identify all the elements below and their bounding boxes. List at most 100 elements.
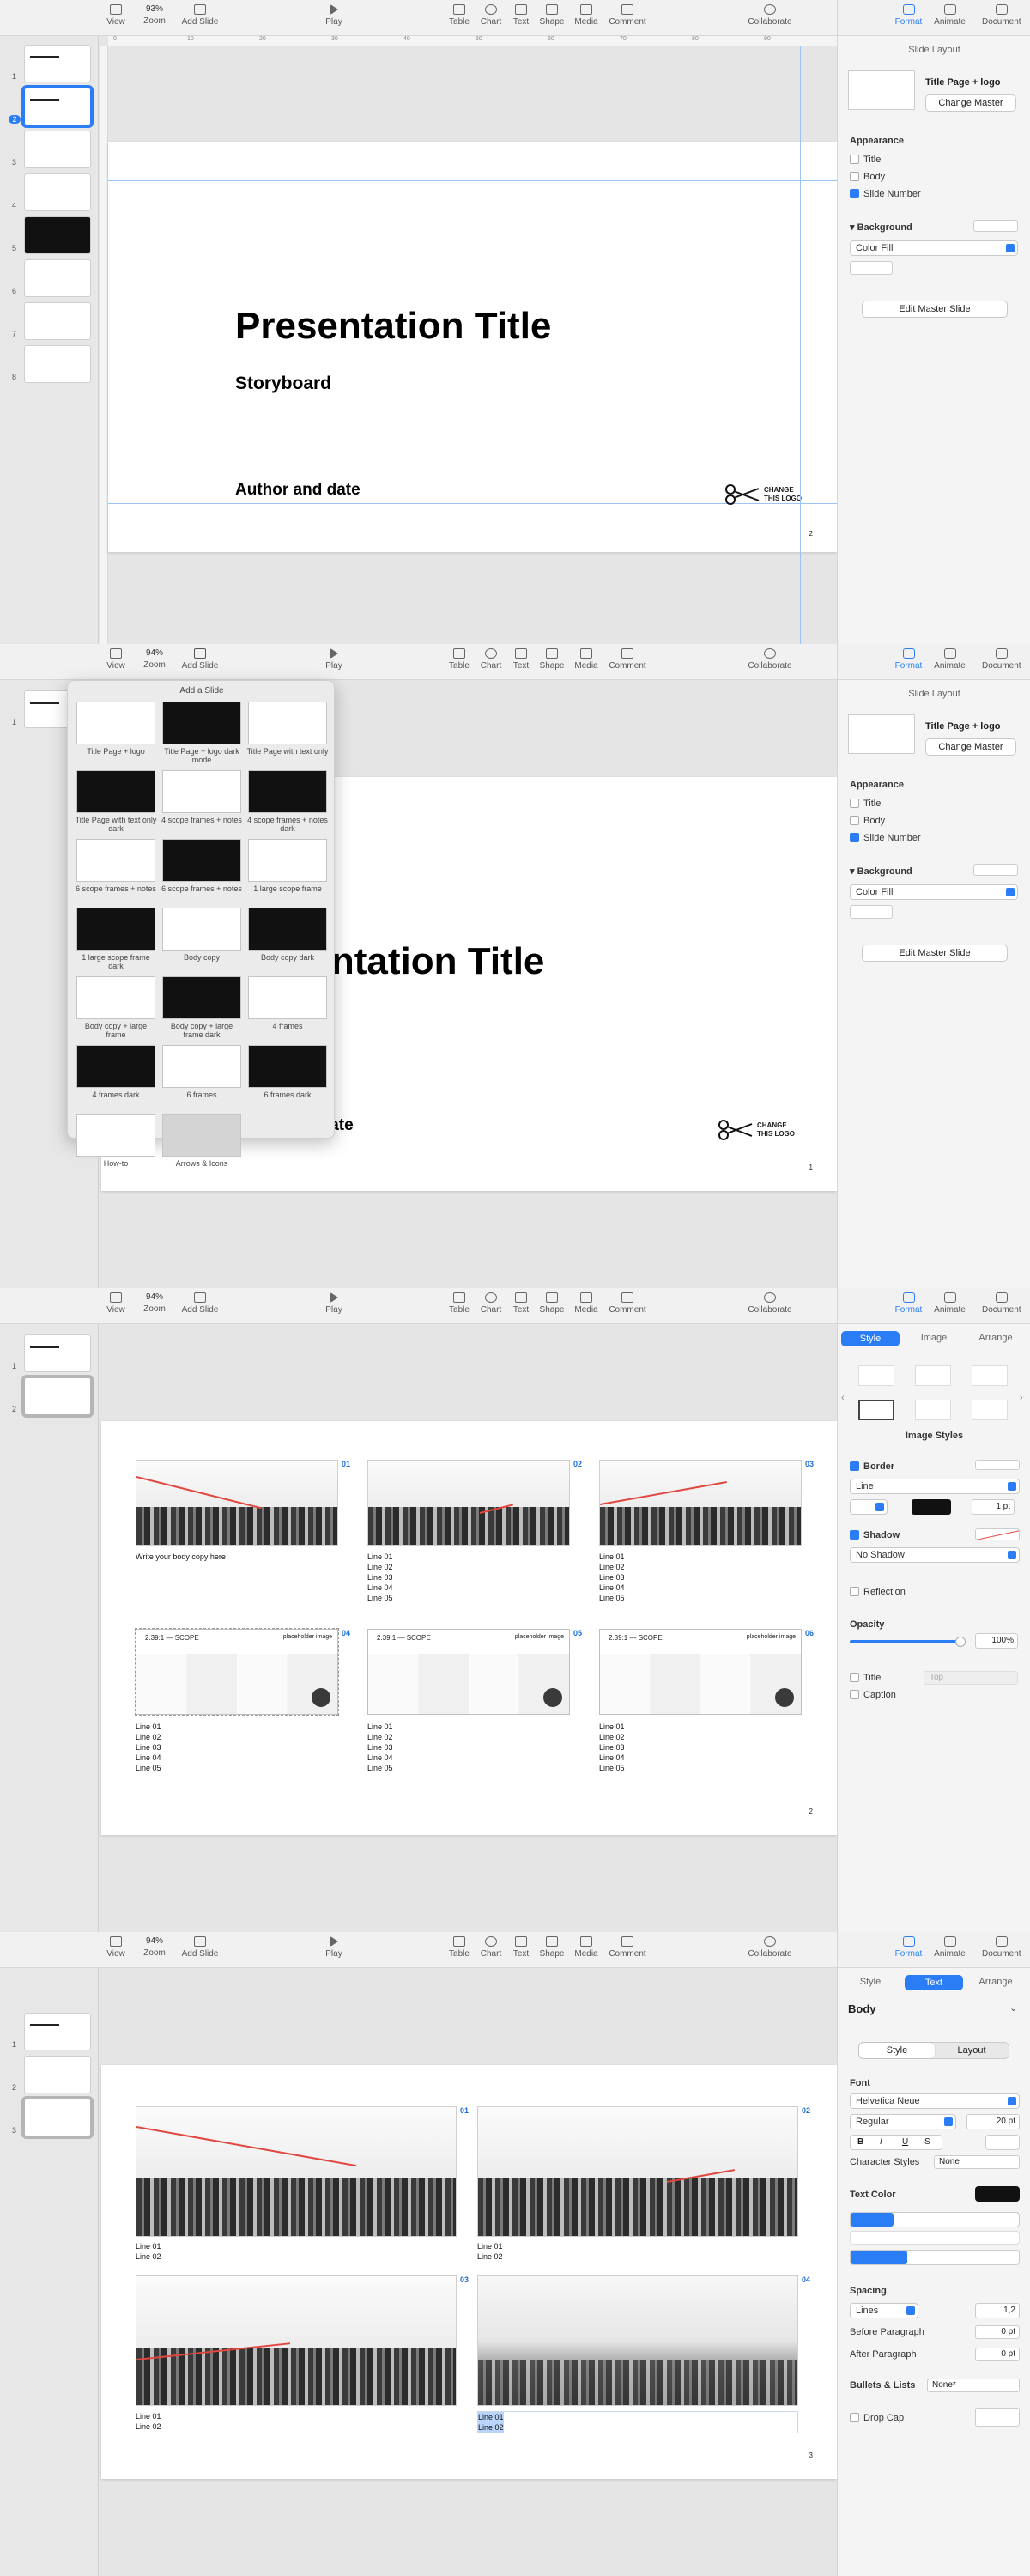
frame-4-lines-selected[interactable]: Line 01 Line 02 — [477, 2411, 798, 2433]
comment-button[interactable]: Comment — [597, 1936, 657, 1959]
slide-thumbnail-1[interactable] — [24, 1334, 91, 1372]
strikethrough-button[interactable]: S — [924, 2137, 930, 2147]
play-button[interactable]: Play — [304, 4, 364, 27]
document-tab[interactable]: Document — [982, 1292, 1021, 1315]
opacity-slider[interactable] — [850, 1637, 966, 1647]
add-slide-button[interactable]: Add Slide — [170, 1936, 230, 1959]
character-styles-select[interactable]: None — [934, 2155, 1020, 2169]
line-spacing-field[interactable]: 1,2 — [975, 2303, 1020, 2318]
slide-thumbnail-7[interactable] — [24, 302, 91, 340]
frame-6-lines[interactable]: Line 01 Line 02 Line 03 Line 04 Line 05 — [599, 1722, 625, 1773]
add-slide-button[interactable]: Add Slide — [170, 4, 230, 27]
font-size-field[interactable]: 20 pt — [966, 2114, 1020, 2129]
border-width-field[interactable]: 1 pt — [972, 1499, 1015, 1515]
title-checkbox[interactable]: Title — [850, 155, 881, 165]
line-spacing-select[interactable]: Lines — [850, 2303, 918, 2318]
title-checkbox[interactable]: Title — [850, 1673, 881, 1683]
comment-button[interactable]: Comment — [597, 1292, 657, 1315]
frame-3-lines[interactable]: Line 01 Line 02 Line 03 Line 04 Line 05 — [599, 1552, 625, 1603]
layout-option[interactable]: 4 frames dark — [75, 1045, 157, 1099]
slide-thumbnail-8[interactable] — [24, 345, 91, 383]
animate-tab[interactable]: Animate — [930, 1292, 969, 1315]
animate-tab[interactable]: Animate — [930, 4, 969, 27]
layout-option[interactable]: Arrows & Icons — [161, 1114, 243, 1168]
underline-button[interactable]: U — [902, 2137, 908, 2147]
document-tab[interactable]: Document — [982, 648, 1021, 671]
layout-option[interactable]: 1 large scope frame dark — [75, 908, 157, 970]
layout-option[interactable]: 6 frames dark — [246, 1045, 329, 1099]
layout-option[interactable]: 6 scope frames + notes — [161, 839, 243, 893]
storyboard-frame-4[interactable] — [477, 2275, 798, 2406]
logo[interactable]: CHANGE THIS LOGO — [718, 1119, 795, 1143]
layout-option[interactable]: Title Page + logo dark mode — [161, 702, 243, 764]
drop-cap-style[interactable] — [975, 2408, 1020, 2427]
before-paragraph-field[interactable]: 0 pt — [975, 2325, 1020, 2339]
document-tab[interactable]: Document — [982, 4, 1021, 27]
slide-thumbnail-4[interactable] — [24, 173, 91, 211]
bullets-select[interactable]: None* — [927, 2379, 1020, 2392]
fill-select[interactable]: Color Fill — [850, 884, 1018, 900]
storyboard-frame-3[interactable] — [136, 2275, 457, 2406]
layout-option[interactable]: Body copy — [161, 908, 243, 962]
document-tab[interactable]: Document — [982, 1936, 1021, 1959]
align-left-button[interactable] — [851, 2213, 894, 2227]
layout-option[interactable]: 4 scope frames + notes dark — [246, 770, 329, 833]
layout-option[interactable]: Title Page with text only dark — [75, 770, 157, 833]
storyboard-frame-1[interactable] — [136, 1460, 338, 1546]
border-label[interactable]: Border — [850, 1461, 894, 1472]
drop-cap-checkbox[interactable]: Drop Cap — [850, 2413, 904, 2423]
slide-thumbnail-3[interactable] — [21, 2096, 94, 2139]
frame-2-lines[interactable]: Line 01 Line 02 — [477, 2241, 503, 2262]
edit-master-button[interactable]: Edit Master Slide — [862, 945, 1008, 962]
image-style-1[interactable] — [858, 1365, 894, 1386]
tab-style[interactable]: Style — [841, 1977, 900, 1987]
slide-thumbnail-3[interactable] — [24, 131, 91, 168]
layout-option[interactable]: Body copy + large frame dark — [161, 976, 243, 1039]
frame-5-lines[interactable]: Line 01 Line 02 Line 03 Line 04 Line 05 — [367, 1722, 393, 1773]
collaborate-button[interactable]: Collaborate — [740, 4, 800, 27]
layout-option[interactable]: 4 scope frames + notes — [161, 770, 243, 824]
format-tab[interactable]: Format — [889, 1292, 928, 1315]
style-layout-segment[interactable]: Style Layout — [858, 2042, 1009, 2059]
camera-icon[interactable] — [312, 1688, 330, 1707]
layout-option[interactable]: Body copy + large frame — [75, 976, 157, 1039]
layout-option[interactable]: Title Page with text only — [246, 702, 329, 756]
image-style-4[interactable] — [858, 1400, 894, 1420]
italic-button[interactable]: I — [880, 2137, 882, 2147]
tab-text[interactable]: Text — [905, 1975, 963, 1990]
camera-icon[interactable] — [775, 1688, 794, 1707]
title-position-select[interactable]: Top — [924, 1671, 1018, 1685]
slide-thumbnail-5[interactable] — [24, 216, 91, 254]
slide-number-checkbox[interactable]: Slide Number — [850, 833, 921, 843]
font-weight-select[interactable]: Regular — [850, 2114, 956, 2129]
tab-arrange[interactable]: Arrange — [966, 1333, 1025, 1343]
body-copy[interactable]: Write your body copy here — [136, 1552, 226, 1562]
paragraph-style[interactable]: Body — [848, 2002, 876, 2015]
format-tab[interactable]: Format — [889, 1936, 928, 1959]
frame-2-lines[interactable]: Line 01 Line 02 Line 03 Line 04 Line 05 — [367, 1552, 393, 1603]
play-button[interactable]: Play — [304, 1936, 364, 1959]
comment-button[interactable]: Comment — [597, 648, 657, 671]
slide-title[interactable]: Presentation Title — [235, 305, 551, 348]
frame-3-lines[interactable]: Line 01 Line 02 — [136, 2411, 161, 2432]
play-button[interactable]: Play — [304, 1292, 364, 1315]
slide-thumbnail-2[interactable] — [24, 2056, 91, 2093]
background-swatch[interactable] — [973, 220, 1018, 232]
chevron-down-icon[interactable]: ⌄ — [1009, 2002, 1017, 2014]
collaborate-button[interactable]: Collaborate — [740, 648, 800, 671]
tab-arrange[interactable]: Arrange — [966, 1977, 1025, 1987]
reflection-checkbox[interactable]: Reflection — [850, 1587, 906, 1597]
color-well[interactable] — [850, 261, 893, 275]
six-frame-slide[interactable]: 01 Write your body copy here 02 Line 01 L… — [101, 1421, 837, 1835]
line-select[interactable]: Line — [850, 1479, 1020, 1494]
play-button[interactable]: Play — [304, 648, 364, 671]
opacity-field[interactable]: 100% — [975, 1633, 1018, 1649]
comment-button[interactable]: Comment — [597, 4, 657, 27]
slide-thumbnail-6[interactable] — [24, 259, 91, 297]
format-tab[interactable]: Format — [889, 4, 928, 27]
format-tab[interactable]: Format — [889, 648, 928, 671]
add-slide-popup[interactable]: Add a Slide Title Page + logo Title Page … — [67, 680, 335, 1168]
caption-checkbox[interactable]: Caption — [850, 1690, 896, 1700]
line-pattern-select[interactable] — [850, 1499, 888, 1515]
camera-icon[interactable] — [543, 1688, 562, 1707]
